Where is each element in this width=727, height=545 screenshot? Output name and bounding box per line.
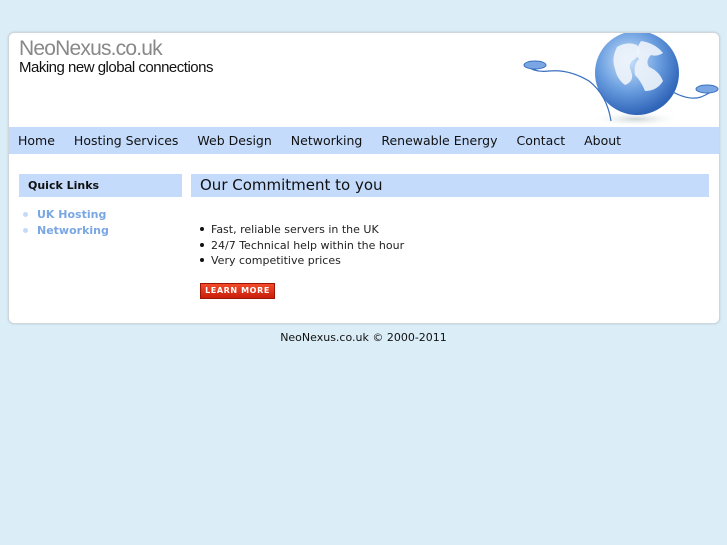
nav-hosting-services[interactable]: Hosting Services [74, 133, 178, 148]
footer-copyright: NeoNexus.co.uk © 2000-2011 [280, 331, 447, 344]
quick-links-heading: Quick Links [19, 174, 182, 197]
feature-list: Fast, reliable servers in the UK 24/7 Te… [200, 222, 404, 269]
list-item: UK Hosting [21, 207, 109, 223]
nav-contact[interactable]: Contact [516, 133, 565, 148]
main-card: NeoNexus.co.uk Making new global connect… [8, 32, 720, 324]
bullet-icon [200, 258, 204, 262]
quick-links-list: UK Hosting Networking [21, 207, 109, 238]
list-item: Networking [21, 223, 109, 239]
quick-link-uk-hosting[interactable]: UK Hosting [37, 208, 106, 221]
learn-more-button[interactable]: LEARN MORE [200, 283, 275, 299]
list-item: Very competitive prices [200, 253, 404, 269]
nav-about[interactable]: About [584, 133, 621, 148]
quick-link-networking[interactable]: Networking [37, 224, 109, 237]
nav-home[interactable]: Home [18, 133, 55, 148]
list-item: 24/7 Technical help within the hour [200, 238, 404, 254]
bullet-icon [200, 242, 204, 247]
feature-text: Very competitive prices [211, 254, 341, 267]
nav-renewable-energy[interactable]: Renewable Energy [381, 133, 497, 148]
globe-with-computer-mice-icon [523, 33, 719, 127]
main-navigation: Home Hosting Services Web Design Network… [9, 127, 719, 154]
site-title[interactable]: NeoNexus.co.uk [19, 37, 163, 61]
bullet-icon [23, 212, 28, 217]
nav-web-design[interactable]: Web Design [197, 133, 271, 148]
feature-text: Fast, reliable servers in the UK [211, 223, 379, 236]
feature-text: 24/7 Technical help within the hour [211, 238, 405, 252]
site-tagline: Making new global connections [19, 59, 213, 76]
bullet-icon [200, 227, 204, 231]
nav-networking[interactable]: Networking [291, 133, 363, 148]
bullet-icon [23, 227, 28, 233]
page-title: Our Commitment to you [191, 174, 709, 197]
list-item: Fast, reliable servers in the UK [200, 222, 404, 238]
